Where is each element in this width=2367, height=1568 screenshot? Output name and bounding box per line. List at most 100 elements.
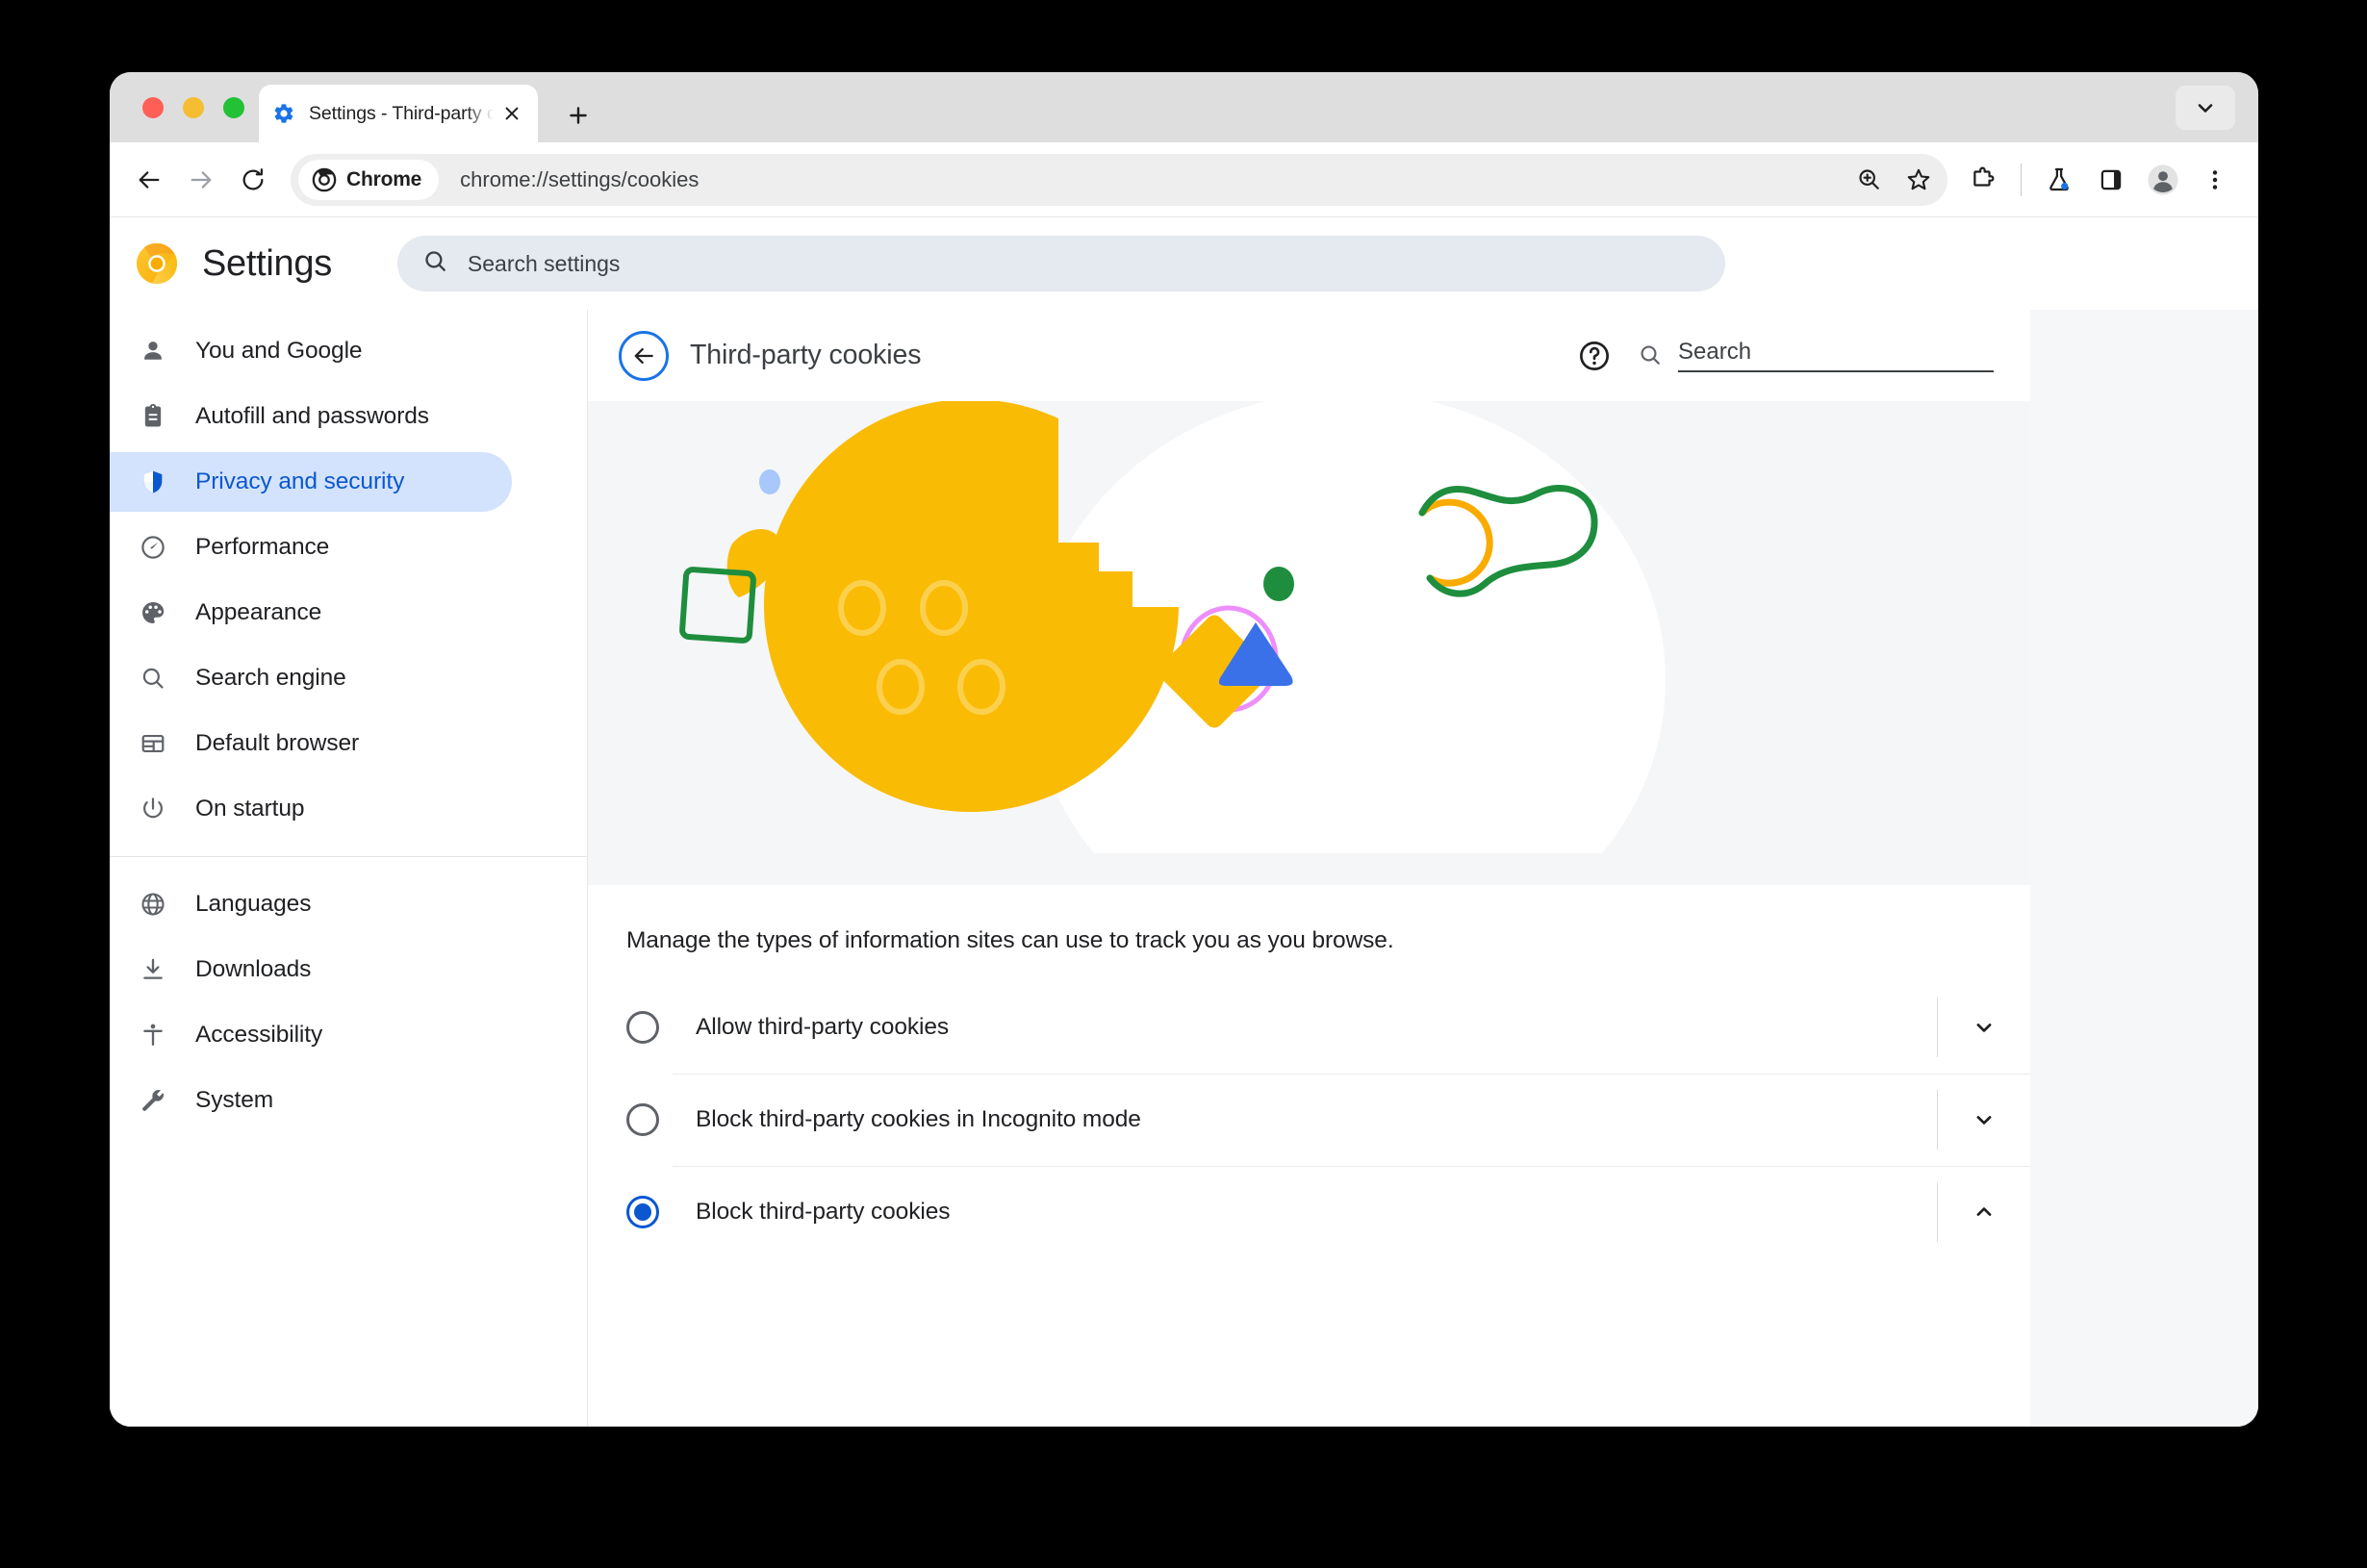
radio-button[interactable] <box>626 1011 659 1044</box>
wrench-icon <box>139 1086 167 1115</box>
blue-dot-shape <box>759 469 780 494</box>
sidebar-item-label: Default browser <box>195 730 360 756</box>
sidebar-item-privacy-and-security[interactable]: Privacy and security <box>110 452 512 512</box>
address-bar-url: chrome://settings/cookies <box>460 166 700 191</box>
search-settings-placeholder: Search settings <box>467 250 621 276</box>
option-actions <box>1937 1166 2030 1258</box>
sidebar-item-label: Accessibility <box>195 1022 323 1048</box>
avatar-icon[interactable] <box>2137 154 2189 206</box>
sidebar-item-label: Languages <box>195 891 312 917</box>
settings-header: Settings Search settings <box>110 217 2258 310</box>
sidebar-item-on-startup[interactable]: On startup <box>110 779 512 839</box>
sidebar-item-label: Appearance <box>195 599 322 625</box>
sidebar-item-performance[interactable]: Performance <box>110 518 512 577</box>
sidebar-item-downloads[interactable]: Downloads <box>110 940 512 999</box>
sidebar-item-default-browser[interactable]: Default browser <box>110 714 512 773</box>
sidebar-item-accessibility[interactable]: Accessibility <box>110 1005 512 1065</box>
option-actions <box>1937 981 2030 1074</box>
search-icon <box>422 248 448 279</box>
tab-search-button[interactable] <box>2176 86 2235 130</box>
chrome-icon <box>312 167 337 191</box>
chrome-chip-label: Chrome <box>346 167 422 190</box>
sidebar-item-system[interactable]: System <box>110 1071 512 1130</box>
extensions-icon[interactable] <box>1957 154 2009 206</box>
option-allow-third-party-cookies[interactable]: Allow third-party cookies <box>588 981 2030 1074</box>
star-icon[interactable] <box>1896 157 1942 203</box>
minimize-window-button[interactable] <box>183 97 204 118</box>
option-label: Allow third-party cookies <box>696 1014 950 1040</box>
sidebar-item-autofill-and-passwords[interactable]: Autofill and passwords <box>110 387 512 446</box>
toolbar-divider <box>2021 163 2022 196</box>
sidebar-item-label: Autofill and passwords <box>195 403 429 429</box>
gear-icon <box>272 102 295 125</box>
traffic-lights <box>142 97 244 118</box>
chevron-down-icon[interactable] <box>1938 1107 2030 1132</box>
sidebar-item-label: System <box>195 1087 274 1113</box>
option-label: Block third-party cookies <box>696 1199 951 1225</box>
content-search[interactable]: Search <box>1638 339 1994 372</box>
clipboard-icon <box>139 402 167 431</box>
sidebar-item-label: Performance <box>195 534 330 560</box>
download-icon <box>139 955 167 984</box>
option-actions <box>1937 1074 2030 1166</box>
content-search-placeholder: Search <box>1678 339 1752 365</box>
chrome-canary-logo <box>135 241 179 286</box>
browser-tab[interactable]: Settings - Third-party cookie <box>259 85 538 142</box>
chevron-down-icon[interactable] <box>1938 1015 2030 1040</box>
shield-icon <box>139 468 167 496</box>
sidebar-item-label: You and Google <box>195 338 363 364</box>
browser-window: Settings - Third-party cookie <box>110 72 2258 1427</box>
sidebar-divider <box>110 856 587 857</box>
sidebar-item-label: On startup <box>195 796 305 822</box>
option-label: Block third-party cookies in Incognito m… <box>696 1106 1141 1132</box>
search-icon <box>1638 342 1663 372</box>
cookie-illustration-svg <box>588 401 2030 885</box>
option-block-third-party-cookies[interactable]: Block third-party cookies <box>588 1166 2030 1258</box>
settings-content: Third-party cookies Search Manage the ty… <box>588 310 2258 1427</box>
settings-body: You and Google Autofill and passwords Pr… <box>110 310 2258 1427</box>
content-card: Third-party cookies Search Manage the ty… <box>588 310 2030 1427</box>
new-tab-button[interactable] <box>562 99 595 132</box>
chevron-up-icon[interactable] <box>1938 1200 2030 1225</box>
person-icon <box>139 337 167 366</box>
maximize-window-button[interactable] <box>223 97 244 118</box>
sidebar-item-appearance[interactable]: Appearance <box>110 583 512 643</box>
content-title: Third-party cookies <box>690 340 922 370</box>
palette-icon <box>139 598 167 627</box>
tab-title: Settings - Third-party cookie <box>309 102 494 124</box>
sidebar-item-you-and-google[interactable]: You and Google <box>110 321 512 381</box>
radio-button[interactable] <box>626 1196 659 1228</box>
chrome-origin-chip[interactable]: Chrome <box>298 159 440 200</box>
settings-page: Settings Search settings You and Google <box>110 217 2258 1427</box>
power-icon <box>139 795 167 823</box>
content-search-input[interactable]: Search <box>1678 339 1994 372</box>
content-header-actions: Search <box>1576 338 1994 374</box>
settings-sidebar: You and Google Autofill and passwords Pr… <box>110 310 588 1427</box>
side-panel-icon[interactable] <box>2085 154 2137 206</box>
green-dot-shape <box>1263 567 1294 601</box>
radio-button[interactable] <box>626 1103 659 1136</box>
content-header: Third-party cookies Search <box>588 310 2030 401</box>
back-button[interactable] <box>619 330 669 381</box>
cookie-options-list: Allow third-party cookies Block third-pa… <box>588 981 2030 1258</box>
nav-back-button[interactable] <box>123 154 175 206</box>
option-block-third-party-cookies-incognito[interactable]: Block third-party cookies in Incognito m… <box>588 1074 2030 1166</box>
help-circle-icon[interactable] <box>1576 338 1613 374</box>
page-title: Settings <box>202 242 332 284</box>
sidebar-item-languages[interactable]: Languages <box>110 874 512 934</box>
address-bar[interactable]: Chrome chrome://settings/cookies <box>291 153 1947 206</box>
search-settings-input[interactable]: Search settings <box>396 236 1725 291</box>
browser-window-icon <box>139 729 167 758</box>
sidebar-item-search-engine[interactable]: Search engine <box>110 648 512 708</box>
reload-button[interactable] <box>227 154 279 206</box>
address-bar-actions <box>1845 157 1947 203</box>
flask-icon[interactable] <box>2033 154 2085 206</box>
three-dot-menu-icon[interactable] <box>2189 154 2241 206</box>
close-window-button[interactable] <box>142 97 164 118</box>
close-icon[interactable] <box>499 101 524 126</box>
sidebar-item-label: Search engine <box>195 665 346 691</box>
zoom-in-icon[interactable] <box>1845 157 1892 203</box>
sidebar-item-label: Privacy and security <box>195 468 405 494</box>
cookie-illustration <box>588 401 2030 885</box>
nav-forward-button[interactable] <box>175 154 227 206</box>
